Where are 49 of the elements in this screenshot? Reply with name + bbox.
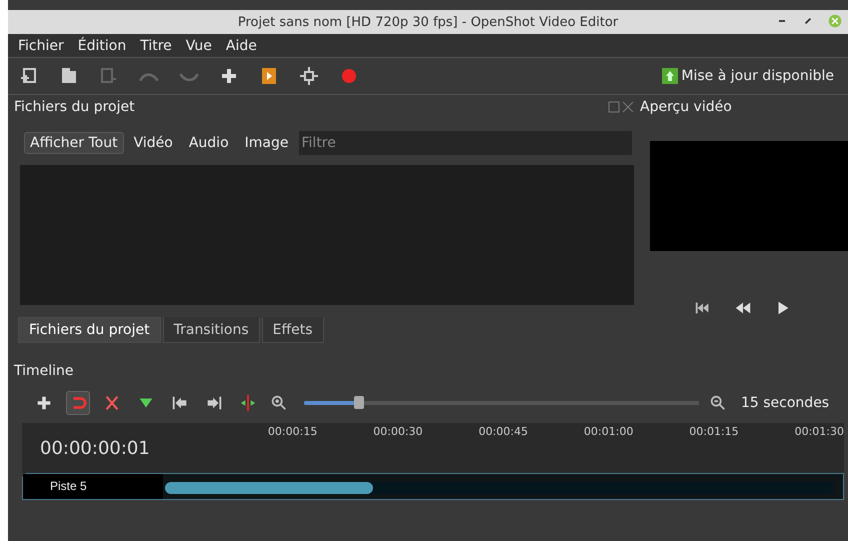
tab[interactable]: Transitions [162, 317, 260, 343]
slider-handle[interactable] [354, 396, 364, 409]
dock-buttons-icon[interactable] [608, 101, 634, 113]
tick-label: 00:00:15 [266, 424, 318, 440]
time-ruler[interactable]: 00:00:00:01 00:00:15 00:00:30 00:00:45 00:01:00 00:01:15 00:01:30 [22, 423, 844, 473]
next-marker-icon [205, 394, 223, 412]
record-icon [339, 66, 359, 86]
tick-label: 00:00:45 [478, 424, 528, 440]
tab[interactable]: Effets [262, 317, 324, 343]
plus-icon [35, 394, 53, 412]
tab[interactable]: Fichiers du projet [18, 317, 161, 343]
previous-marker-icon [171, 394, 189, 412]
folder-icon [59, 66, 79, 86]
tick-label: 00:01:30 [794, 424, 844, 440]
zoom-label: 15 secondes [741, 395, 830, 411]
film-icon [259, 66, 279, 86]
filter-field[interactable]: Filtre [298, 131, 632, 155]
panel-title: Aperçu vidéo [640, 99, 733, 115]
track-name: Piste 5 [23, 474, 163, 499]
menu-item[interactable]: Titre [140, 38, 172, 54]
maximize-icon[interactable] [802, 15, 814, 27]
filter-button[interactable]: Vidéo [128, 132, 179, 154]
menu-item[interactable]: Édition [78, 38, 126, 54]
update-button[interactable]: Mise à jour disponible [656, 67, 840, 85]
update-icon [662, 68, 678, 84]
export-icon [99, 66, 119, 86]
zoom-in-icon[interactable] [270, 394, 288, 412]
center-playhead-icon [239, 394, 257, 412]
current-time: 00:00:00:01 [39, 436, 151, 460]
filter-button[interactable]: Afficher Tout [24, 132, 124, 154]
window-title: Projet sans nom [HD 720p 30 fps] - OpenShot Video Editor [238, 14, 618, 30]
zoom-out-icon[interactable] [709, 394, 727, 412]
fullscreen-icon [299, 66, 319, 86]
menu-item[interactable]: Fichier [18, 38, 64, 54]
panel-title: Fichiers du projet [14, 99, 136, 115]
filter-button[interactable]: Audio [182, 132, 235, 154]
tick-label: 00:01:15 [688, 424, 739, 440]
track[interactable]: Piste 5 [22, 473, 844, 500]
filter-button[interactable]: Image [238, 132, 294, 154]
tick-label: 00:01:00 [582, 424, 634, 440]
scissors-icon [103, 394, 121, 412]
menu-item[interactable]: Aide [226, 38, 257, 54]
tick-label: 00:00:30 [372, 424, 423, 440]
panel-title: Timeline [14, 363, 75, 379]
undo-icon [139, 71, 159, 81]
menu-item[interactable]: Vue [186, 38, 212, 54]
import-icon [19, 66, 39, 86]
redo-icon [179, 71, 199, 81]
plus-icon [219, 66, 239, 86]
